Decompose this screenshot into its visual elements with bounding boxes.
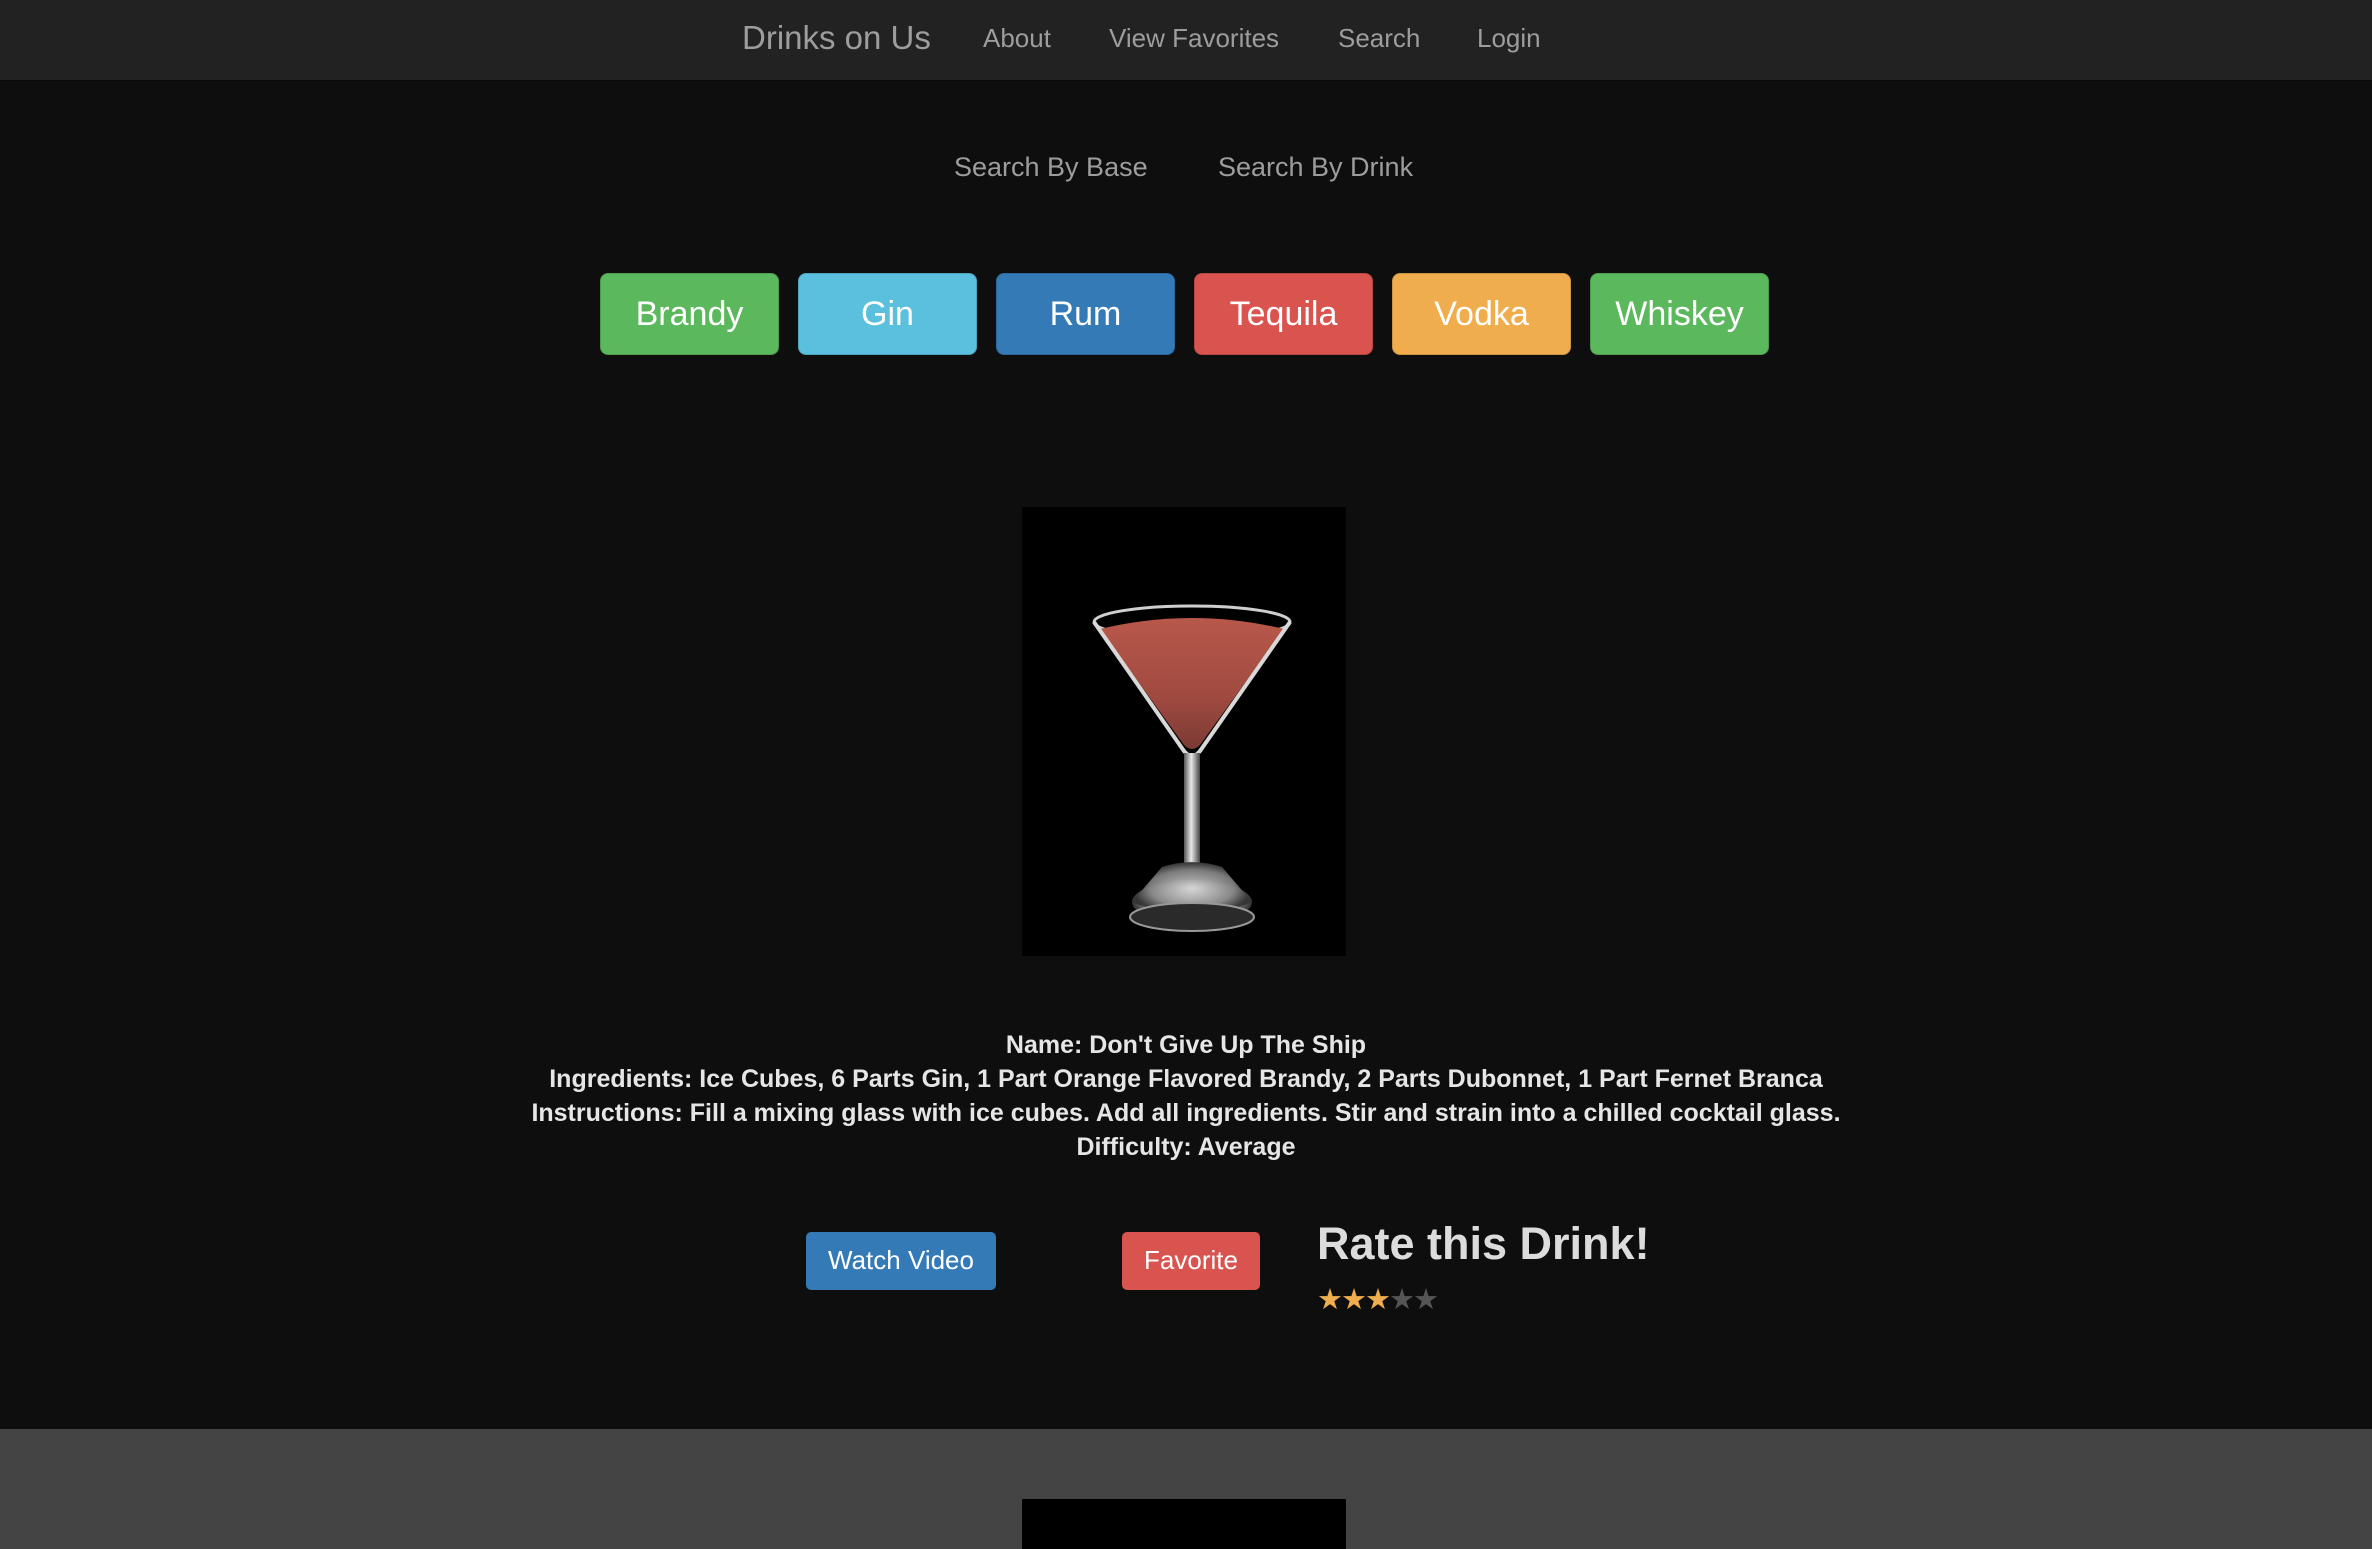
footer [0, 1429, 2372, 1549]
search-by-drink-link[interactable]: Search By Drink [1218, 152, 1413, 183]
nav-link-login[interactable]: Login [1477, 0, 1541, 76]
star-icon-2[interactable]: ★ [1341, 1284, 1367, 1316]
drink-image [1022, 507, 1346, 956]
base-button-gin[interactable]: Gin [798, 273, 977, 355]
brand-link[interactable]: Drinks on Us [742, 0, 931, 76]
base-button-whiskey[interactable]: Whiskey [1590, 273, 1769, 355]
base-button-rum[interactable]: Rum [996, 273, 1175, 355]
rate-title: Rate this Drink! [1317, 1218, 1650, 1269]
base-button-tequila[interactable]: Tequila [1194, 273, 1373, 355]
drink-instructions: Instructions: Fill a mixing glass with i… [531, 1099, 1841, 1127]
nav-link-view-favorites[interactable]: View Favorites [1109, 0, 1279, 76]
base-button-brandy[interactable]: Brandy [600, 273, 779, 355]
nav-link-search[interactable]: Search [1338, 0, 1420, 76]
footer-drink-image [1022, 1499, 1346, 1549]
nav-link-about[interactable]: About [983, 0, 1051, 76]
page: Drinks on Us About View Favorites Search… [0, 0, 2372, 1549]
cocktail-glass-icon [1092, 604, 1292, 932]
navbar: Drinks on Us About View Favorites Search… [0, 0, 2372, 81]
drink-details: Name: Don't Give Up The Ship Ingredients… [0, 1028, 2372, 1164]
search-by-base-link[interactable]: Search By Base [954, 152, 1148, 183]
star-rating[interactable]: ★★★★★ [1317, 1282, 1439, 1317]
star-icon-1[interactable]: ★ [1317, 1284, 1343, 1316]
star-icon-4[interactable]: ★ [1389, 1284, 1415, 1316]
favorite-button[interactable]: Favorite [1122, 1232, 1260, 1290]
watch-video-button[interactable]: Watch Video [806, 1232, 996, 1290]
drink-ingredients: Ingredients: Ice Cubes, 6 Parts Gin, 1 P… [549, 1065, 1823, 1093]
drink-name: Name: Don't Give Up The Ship [1005, 1031, 1367, 1059]
drink-difficulty: Difficulty: Average [1076, 1133, 1296, 1161]
star-icon-5[interactable]: ★ [1413, 1284, 1439, 1316]
base-button-vodka[interactable]: Vodka [1392, 273, 1571, 355]
star-icon-3[interactable]: ★ [1365, 1284, 1391, 1316]
